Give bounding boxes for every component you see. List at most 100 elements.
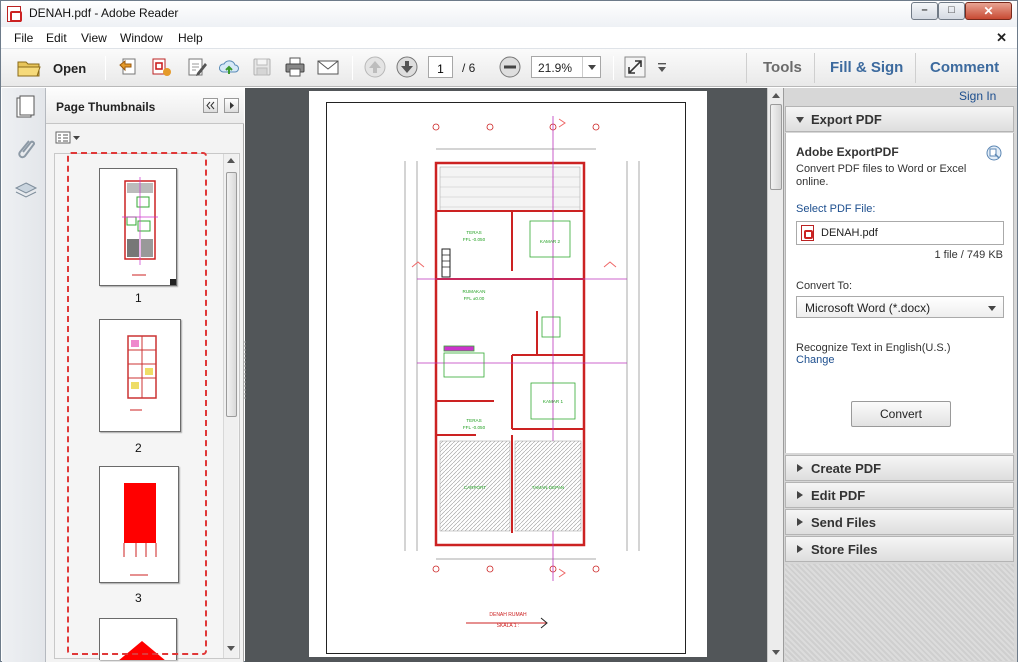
open-button[interactable]: Open — [53, 61, 86, 76]
triangle-down-icon — [796, 117, 804, 123]
convert-to-value: Microsoft Word (*.docx) — [805, 301, 931, 315]
grip-icon — [244, 341, 246, 401]
create-pdf-header[interactable]: Create PDF — [785, 455, 1014, 481]
edit-pdf-label: Edit PDF — [811, 488, 866, 503]
zoom-select[interactable]: 21.9% — [531, 56, 601, 78]
store-files-label: Store Files — [811, 542, 878, 557]
attachments-icon[interactable] — [14, 136, 38, 162]
recognize-text-label: Recognize Text in English(U.S.) — [796, 342, 951, 354]
toolbar-separator — [915, 53, 916, 83]
file-info: 1 file / 749 KB — [934, 249, 1004, 261]
toolbar-separator — [814, 53, 815, 83]
create-pdf-label: Create PDF — [811, 461, 882, 476]
room-label: TERAS — [466, 230, 481, 235]
scroll-up-icon[interactable] — [772, 93, 780, 98]
thumbnail-panel-title: Page Thumbnails — [56, 100, 156, 114]
pdf-convert-icon[interactable] — [149, 56, 173, 78]
layers-icon[interactable] — [14, 180, 38, 204]
fill-sign-tab[interactable]: Fill & Sign — [830, 59, 903, 76]
toolbar-separator — [105, 56, 106, 80]
chevron-down-icon[interactable] — [582, 57, 600, 77]
next-page-icon[interactable] — [395, 56, 419, 78]
fit-page-icon[interactable] — [623, 56, 647, 78]
pdf-file-icon — [801, 225, 814, 241]
store-files-header[interactable]: Store Files — [785, 536, 1014, 562]
close-document-icon[interactable]: ✕ — [996, 30, 1007, 46]
selected-file[interactable]: DENAH.pdf — [796, 221, 1004, 245]
convert-button[interactable]: Convert — [851, 401, 951, 427]
page-number-input[interactable] — [428, 56, 453, 78]
toolbar-separator — [352, 56, 353, 80]
close-icon: ✕ — [983, 4, 994, 18]
room-label: TAMAN DEPAN — [532, 485, 565, 490]
triangle-right-icon — [797, 545, 803, 553]
page-thumbnails-icon[interactable] — [15, 95, 37, 121]
close-window-button[interactable]: ✕ — [965, 2, 1012, 20]
thumbnail-options-bar — [46, 125, 244, 153]
menu-window[interactable]: Window — [120, 31, 163, 45]
convert-to-select[interactable]: Microsoft Word (*.docx) — [796, 296, 1004, 318]
scrollbar-thumb[interactable] — [226, 172, 237, 417]
triangle-right-icon — [230, 102, 234, 109]
upload-cloud-icon[interactable] — [217, 56, 241, 78]
menu-edit[interactable]: Edit — [46, 31, 67, 45]
save-icon[interactable] — [250, 56, 274, 78]
send-files-header[interactable]: Send Files — [785, 509, 1014, 535]
navigation-rail — [2, 88, 46, 662]
room-label: CARPORT — [464, 485, 487, 490]
maximize-button[interactable]: □ — [938, 2, 965, 20]
menu-file[interactable]: File — [14, 31, 33, 45]
scrollbar-thumb[interactable] — [770, 104, 782, 190]
change-language-link[interactable]: Change — [796, 354, 835, 366]
print-icon[interactable] — [283, 56, 307, 78]
edit-pdf-header[interactable]: Edit PDF — [785, 482, 1014, 508]
customize-toolbar-icon[interactable] — [655, 56, 669, 78]
drawing-footer-scale: SKALA 1 : — [497, 623, 520, 629]
panel-splitter[interactable] — [244, 341, 247, 401]
thumbnail-options-icon[interactable] — [55, 131, 81, 145]
selected-file-name: DENAH.pdf — [821, 227, 878, 239]
room-label: RUMAKAN — [463, 289, 486, 294]
toolbar-separator — [746, 53, 747, 83]
document-scrollbar[interactable] — [767, 88, 783, 662]
edit-document-icon[interactable] — [185, 56, 209, 78]
scroll-down-icon[interactable] — [772, 650, 780, 655]
room-label: FFL -0.050 — [463, 237, 486, 242]
previous-page-icon[interactable] — [363, 56, 387, 78]
room-label: FFL -0.050 — [463, 425, 486, 430]
pane-filler — [785, 564, 1014, 661]
menu-view[interactable]: View — [81, 31, 107, 45]
export-description: Convert PDF files to Word or Excel onlin… — [796, 163, 967, 188]
comment-tab[interactable]: Comment — [930, 59, 999, 76]
email-icon[interactable] — [316, 56, 340, 78]
export-service-icon[interactable] — [986, 145, 1002, 161]
minimize-icon: – — [921, 4, 928, 16]
triangle-right-icon — [797, 464, 803, 472]
annotation-highlight — [67, 152, 207, 655]
collapse-panel-button[interactable] — [203, 98, 218, 113]
scroll-down-icon[interactable] — [227, 646, 235, 651]
export-title: Adobe ExportPDF — [796, 145, 899, 159]
export-pdf-header[interactable]: Export PDF — [785, 106, 1014, 132]
open-folder-icon[interactable] — [15, 56, 45, 80]
document-viewport[interactable]: TERAS FFL -0.050 KAMAR 2 RUMAKAN FFL ±0.… — [245, 88, 767, 662]
scroll-up-icon[interactable] — [227, 158, 235, 163]
thumbnail-panel-header: Page Thumbnails — [46, 88, 244, 124]
zoom-out-icon[interactable] — [498, 56, 522, 78]
menu-help[interactable]: Help — [178, 31, 203, 45]
create-pdf-icon[interactable] — [117, 56, 141, 78]
minimize-button[interactable]: – — [911, 2, 938, 20]
convert-to-label: Convert To: — [796, 280, 853, 292]
export-pdf-label: Export PDF — [811, 112, 882, 127]
thumbnail-scrollbar[interactable] — [223, 154, 238, 658]
sign-in-link[interactable]: Sign In — [959, 89, 996, 103]
tools-tab[interactable]: Tools — [763, 59, 802, 76]
menu-bar: File Edit View Window Help ✕ — [1, 28, 1017, 49]
triangle-right-icon — [797, 491, 803, 499]
window-title: DENAH.pdf - Adobe Reader — [29, 6, 179, 20]
export-pdf-panel: Adobe ExportPDF Convert PDF files to Wor… — [785, 133, 1014, 453]
expand-panel-button[interactable] — [224, 98, 239, 113]
zoom-value: 21.9% — [538, 61, 573, 75]
toolbar-separator — [613, 56, 614, 80]
room-label: KAMAR 1 — [543, 399, 564, 404]
